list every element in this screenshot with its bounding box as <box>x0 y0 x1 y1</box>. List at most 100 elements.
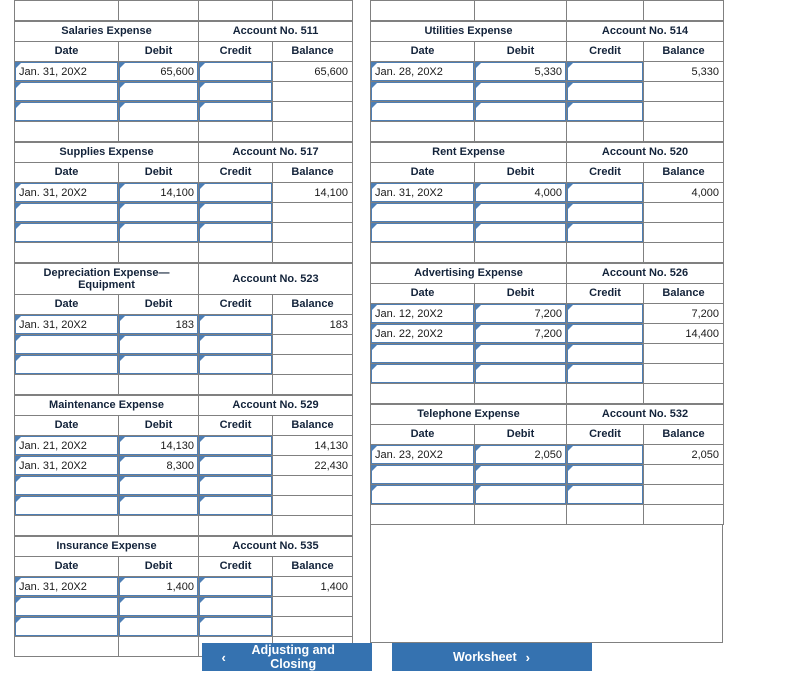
date-input[interactable] <box>371 344 474 363</box>
debit-input[interactable] <box>475 465 566 484</box>
credit-input[interactable] <box>567 62 644 81</box>
debit-input[interactable]: 14,130 <box>119 436 198 455</box>
date-input[interactable] <box>15 597 118 616</box>
date-input[interactable] <box>371 364 474 383</box>
credit-input[interactable] <box>567 364 644 383</box>
debit-input[interactable] <box>475 344 567 363</box>
date-input[interactable]: Jan. 31, 20X2 <box>15 183 118 202</box>
date-input[interactable] <box>371 82 474 101</box>
prev-page-button[interactable]: ‹ Adjusting and Closing <box>201 643 372 671</box>
credit-input[interactable] <box>199 476 272 495</box>
debit-input[interactable] <box>119 617 198 636</box>
balance-value: 1,400 <box>320 580 348 593</box>
debit-input[interactable] <box>475 203 566 222</box>
column-header-debit: Debit <box>474 424 567 445</box>
debit-input[interactable]: 5,330 <box>475 62 567 81</box>
date-input[interactable]: Jan. 31, 20X2 <box>15 456 118 475</box>
debit-input[interactable] <box>119 355 199 374</box>
date-input[interactable] <box>371 223 474 242</box>
date-input[interactable] <box>15 203 118 222</box>
debit-input[interactable] <box>119 223 198 242</box>
debit-input[interactable]: 7,200 <box>475 324 567 343</box>
credit-input[interactable] <box>199 102 273 121</box>
credit-input[interactable] <box>567 183 643 202</box>
credit-input[interactable] <box>199 617 272 636</box>
date-input[interactable] <box>15 617 118 636</box>
debit-input[interactable] <box>475 82 567 101</box>
date-input[interactable] <box>15 355 118 374</box>
debit-input[interactable]: 1,400 <box>119 577 198 596</box>
debit-input[interactable] <box>119 597 198 616</box>
debit-input[interactable]: 65,600 <box>119 62 199 81</box>
credit-input[interactable] <box>199 82 273 101</box>
credit-input[interactable] <box>567 485 643 504</box>
cell-debit <box>473 81 568 102</box>
debit-input[interactable]: 8,300 <box>119 456 198 475</box>
column-header-credit: Credit <box>198 41 274 62</box>
cell-date <box>14 101 119 122</box>
date-input[interactable]: Jan. 28, 20X2 <box>371 62 474 81</box>
credit-input[interactable] <box>567 324 644 343</box>
debit-input[interactable] <box>119 335 199 354</box>
credit-input[interactable] <box>199 597 272 616</box>
cell-balance: 65,600 <box>272 61 354 82</box>
credit-input[interactable] <box>567 102 644 121</box>
ledger-row <box>370 101 725 122</box>
date-input[interactable] <box>371 485 474 504</box>
date-input[interactable] <box>371 102 474 121</box>
debit-input[interactable] <box>475 485 566 504</box>
cell-debit: 4,000 <box>474 182 567 203</box>
credit-input[interactable] <box>567 465 643 484</box>
debit-input[interactable]: 183 <box>119 315 199 334</box>
debit-input[interactable] <box>475 223 566 242</box>
debit-input[interactable] <box>119 476 198 495</box>
date-input[interactable]: Jan. 12, 20X2 <box>371 304 474 323</box>
debit-input[interactable] <box>475 364 567 383</box>
date-input[interactable] <box>15 102 118 121</box>
cell-date <box>370 202 475 223</box>
date-input[interactable] <box>15 335 118 354</box>
credit-input[interactable] <box>199 436 272 455</box>
credit-input[interactable] <box>567 203 643 222</box>
date-input[interactable] <box>15 223 118 242</box>
debit-input[interactable]: 4,000 <box>475 183 566 202</box>
credit-input[interactable] <box>199 496 272 515</box>
debit-input[interactable]: 14,100 <box>119 183 198 202</box>
credit-input[interactable] <box>199 223 272 242</box>
credit-input[interactable] <box>199 62 273 81</box>
credit-input[interactable] <box>199 577 272 596</box>
date-input[interactable]: Jan. 31, 20X2 <box>15 577 118 596</box>
date-input[interactable]: Jan. 22, 20X2 <box>371 324 474 343</box>
date-input[interactable] <box>371 203 474 222</box>
credit-input[interactable] <box>199 203 272 222</box>
date-input[interactable]: Jan. 23, 20X2 <box>371 445 474 464</box>
date-input[interactable]: Jan. 21, 20X2 <box>15 436 118 455</box>
date-input[interactable] <box>15 476 118 495</box>
debit-input[interactable]: 2,050 <box>475 445 566 464</box>
ledger-row <box>370 81 725 102</box>
date-input[interactable] <box>15 82 118 101</box>
debit-input[interactable]: 7,200 <box>475 304 567 323</box>
credit-input[interactable] <box>567 304 644 323</box>
next-page-button[interactable]: Worksheet › <box>391 643 592 671</box>
debit-input[interactable] <box>119 102 199 121</box>
debit-input[interactable] <box>119 203 198 222</box>
debit-input[interactable] <box>119 82 199 101</box>
date-input[interactable]: Jan. 31, 20X2 <box>15 62 118 81</box>
credit-input[interactable] <box>567 82 644 101</box>
credit-input[interactable] <box>567 223 643 242</box>
date-input[interactable] <box>15 496 118 515</box>
date-input[interactable]: Jan. 31, 20X2 <box>15 315 118 334</box>
ledger-row <box>14 334 354 355</box>
credit-input[interactable] <box>567 445 643 464</box>
debit-input[interactable] <box>119 496 198 515</box>
debit-input[interactable] <box>475 102 567 121</box>
credit-input[interactable] <box>199 355 273 374</box>
date-input[interactable]: Jan. 31, 20X2 <box>371 183 474 202</box>
date-input[interactable] <box>371 465 474 484</box>
credit-input[interactable] <box>199 456 272 475</box>
credit-input[interactable] <box>567 344 644 363</box>
credit-input[interactable] <box>199 335 273 354</box>
credit-input[interactable] <box>199 315 273 334</box>
credit-input[interactable] <box>199 183 272 202</box>
